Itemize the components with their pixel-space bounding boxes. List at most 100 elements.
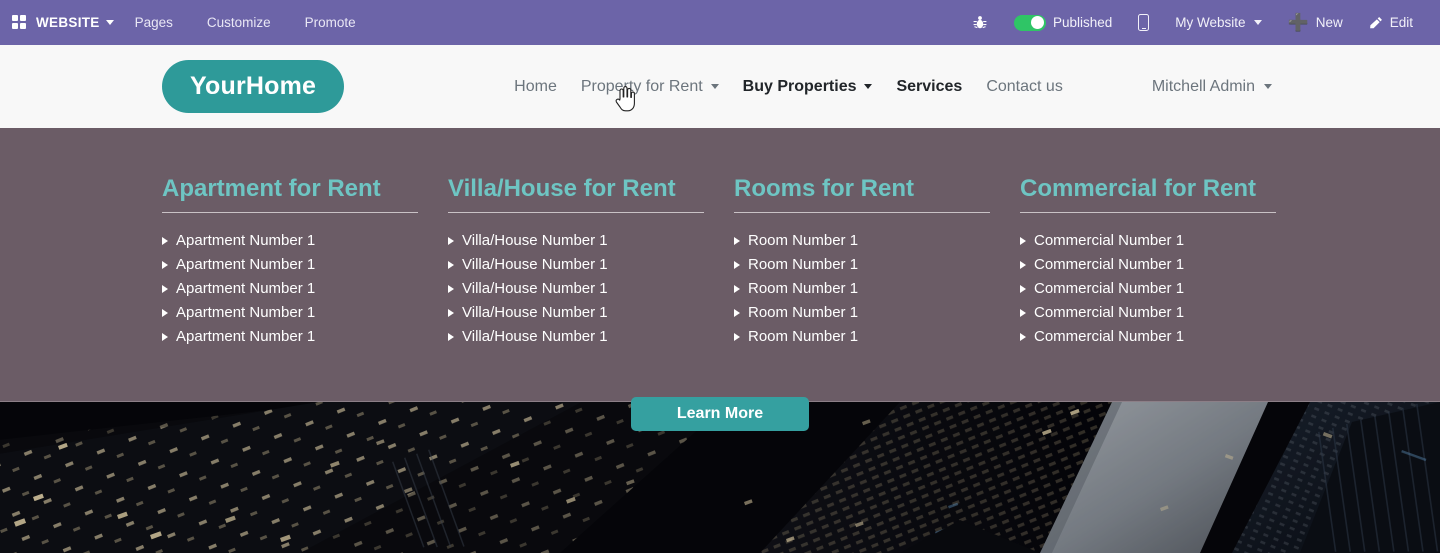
list-item[interactable]: Villa/House Number 1 bbox=[448, 301, 734, 325]
mega-column-title: Apartment for Rent bbox=[162, 175, 381, 202]
new-button[interactable]: ➕ New bbox=[1275, 14, 1356, 31]
list-item-label: Apartment Number 1 bbox=[176, 328, 316, 346]
bug-icon bbox=[973, 15, 987, 28]
list-item[interactable]: Apartment Number 1 bbox=[162, 229, 448, 253]
list-item-label: Room Number 1 bbox=[748, 280, 859, 298]
list-item-label: Villa/House Number 1 bbox=[462, 304, 608, 322]
divider bbox=[1020, 212, 1276, 214]
caret-right-icon bbox=[162, 333, 168, 342]
mega-column-villa-house-for-rent: Villa/House for Rent Villa/House Number … bbox=[448, 175, 734, 349]
nav-item-contact-us[interactable]: Contact us bbox=[974, 78, 1074, 96]
nav-label-contact-us: Contact us bbox=[986, 77, 1063, 95]
list-item-label: Commercial Number 1 bbox=[1034, 328, 1185, 346]
list-item[interactable]: Room Number 1 bbox=[734, 253, 1020, 277]
list-item[interactable]: Room Number 1 bbox=[734, 301, 1020, 325]
mega-column-apartment-for-rent: Apartment for Rent Apartment Number 1 Ap… bbox=[162, 175, 448, 349]
caret-right-icon bbox=[734, 261, 740, 270]
caret-right-icon bbox=[1020, 333, 1026, 342]
caret-right-icon bbox=[162, 237, 168, 246]
odoo-bar-right-group: Published My Website ➕ New Edit bbox=[959, 14, 1440, 31]
nav-label-buy-properties: Buy Properties bbox=[742, 77, 857, 95]
mega-column-title: Rooms for Rent bbox=[734, 175, 914, 202]
apps-grid-icon[interactable] bbox=[12, 15, 27, 30]
list-item[interactable]: Room Number 1 bbox=[734, 277, 1020, 301]
caret-right-icon bbox=[1020, 237, 1026, 246]
website-selector-label: My Website bbox=[1175, 15, 1246, 30]
list-item[interactable]: Villa/House Number 1 bbox=[448, 229, 734, 253]
caret-right-icon bbox=[448, 285, 454, 294]
menu-customize[interactable]: Customize bbox=[190, 0, 288, 45]
list-item-label: Commercial Number 1 bbox=[1034, 232, 1185, 250]
nav-item-services[interactable]: Services bbox=[884, 78, 974, 96]
mega-column-commercial-for-rent: Commercial for Rent Commercial Number 1 … bbox=[1020, 175, 1306, 349]
publish-toggle[interactable] bbox=[1013, 14, 1046, 31]
site-logo[interactable]: YourHome bbox=[162, 60, 345, 113]
caret-right-icon bbox=[734, 333, 740, 342]
nav-label-property-for-rent: Property for Rent bbox=[580, 77, 703, 95]
list-item[interactable]: Room Number 1 bbox=[734, 325, 1020, 349]
caret-right-icon bbox=[448, 261, 454, 270]
list-item-label: Apartment Number 1 bbox=[176, 280, 316, 298]
list-item-label: Villa/House Number 1 bbox=[462, 280, 608, 298]
list-item-label: Room Number 1 bbox=[748, 256, 859, 274]
list-item-label: Apartment Number 1 bbox=[176, 256, 316, 274]
list-item[interactable]: Apartment Number 1 bbox=[162, 301, 448, 325]
list-item[interactable]: Commercial Number 1 bbox=[1020, 301, 1306, 325]
plus-icon: ➕ bbox=[1287, 13, 1309, 32]
list-item[interactable]: Apartment Number 1 bbox=[162, 325, 448, 349]
mobile-preview-button[interactable] bbox=[1125, 14, 1162, 31]
mega-column-list: Commercial Number 1 Commercial Number 1 … bbox=[1020, 229, 1306, 349]
mega-column-list: Villa/House Number 1 Villa/House Number … bbox=[448, 229, 734, 349]
list-item-label: Apartment Number 1 bbox=[176, 232, 316, 250]
publish-toggle-group[interactable]: Published bbox=[1001, 14, 1125, 31]
list-item-label: Commercial Number 1 bbox=[1034, 280, 1185, 298]
list-item-label: Room Number 1 bbox=[748, 304, 859, 322]
chevron-down-icon bbox=[105, 20, 114, 25]
list-item-label: Room Number 1 bbox=[748, 232, 859, 250]
divider bbox=[448, 212, 704, 214]
nav-item-home[interactable]: Home bbox=[502, 78, 569, 96]
caret-right-icon bbox=[1020, 261, 1026, 270]
list-item[interactable]: Villa/House Number 1 bbox=[448, 253, 734, 277]
caret-right-icon bbox=[162, 285, 168, 294]
website-header: YourHome Home Property for Rent Buy Prop… bbox=[0, 45, 1440, 128]
odoo-bar-left-group: WEBSITE Pages Customize Promote bbox=[0, 0, 373, 45]
mega-column-title: Commercial for Rent bbox=[1020, 175, 1257, 202]
caret-right-icon bbox=[1020, 309, 1026, 318]
mega-menu-columns: Apartment for Rent Apartment Number 1 Ap… bbox=[0, 128, 1440, 349]
user-menu[interactable]: Mitchell Admin bbox=[1152, 78, 1272, 96]
nav-label-home: Home bbox=[514, 77, 557, 95]
learn-more-button[interactable]: Learn More bbox=[631, 397, 809, 431]
menu-pages[interactable]: Pages bbox=[118, 0, 190, 45]
list-item[interactable]: Commercial Number 1 bbox=[1020, 229, 1306, 253]
mega-menu-dropdown: Apartment for Rent Apartment Number 1 Ap… bbox=[0, 128, 1440, 402]
website-selector[interactable]: My Website bbox=[1162, 15, 1274, 30]
list-item[interactable]: Commercial Number 1 bbox=[1020, 325, 1306, 349]
caret-right-icon bbox=[1020, 285, 1026, 294]
debug-menu-button[interactable] bbox=[959, 15, 1001, 31]
list-item[interactable]: Apartment Number 1 bbox=[162, 253, 448, 277]
nav-label-services: Services bbox=[896, 77, 963, 95]
mega-column-title: Villa/House for Rent bbox=[448, 175, 676, 202]
nav-item-buy-properties[interactable]: Buy Properties bbox=[731, 78, 885, 96]
list-item-label: Room Number 1 bbox=[748, 328, 859, 346]
caret-right-icon bbox=[162, 261, 168, 270]
mega-column-rooms-for-rent: Rooms for Rent Room Number 1 Room Number… bbox=[734, 175, 1020, 349]
edit-button[interactable]: Edit bbox=[1356, 15, 1426, 30]
divider bbox=[734, 212, 990, 214]
website-app-menu[interactable]: WEBSITE bbox=[36, 15, 118, 30]
list-item[interactable]: Villa/House Number 1 bbox=[448, 277, 734, 301]
list-item[interactable]: Commercial Number 1 bbox=[1020, 253, 1306, 277]
caret-right-icon bbox=[734, 309, 740, 318]
menu-promote[interactable]: Promote bbox=[288, 0, 373, 45]
list-item[interactable]: Apartment Number 1 bbox=[162, 277, 448, 301]
chevron-down-icon bbox=[1264, 84, 1272, 89]
list-item[interactable]: Villa/House Number 1 bbox=[448, 325, 734, 349]
pencil-icon bbox=[1369, 16, 1382, 28]
divider bbox=[162, 212, 418, 214]
list-item[interactable]: Commercial Number 1 bbox=[1020, 277, 1306, 301]
nav-item-property-for-rent[interactable]: Property for Rent bbox=[569, 78, 731, 96]
site-navigation: Home Property for Rent Buy Properties Se… bbox=[502, 78, 1075, 96]
user-menu-label: Mitchell Admin bbox=[1151, 77, 1255, 95]
list-item[interactable]: Room Number 1 bbox=[734, 229, 1020, 253]
